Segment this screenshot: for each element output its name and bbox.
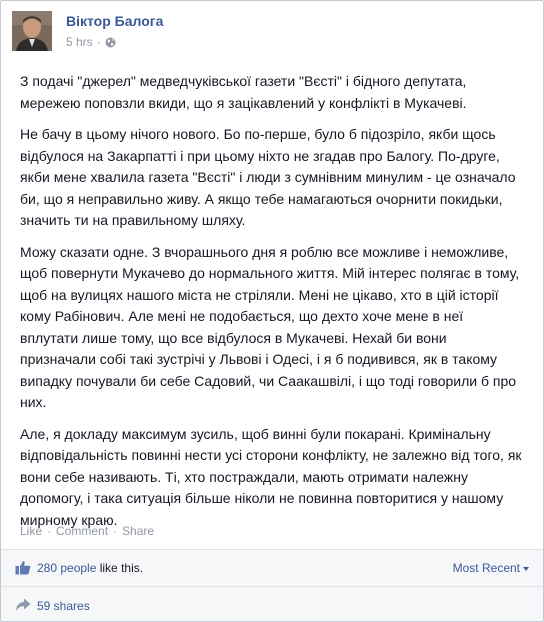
author-avatar[interactable] [12,11,52,51]
post-card: Віктор Балога 5 hrs · З подачі "джерел" … [0,0,544,622]
likes-summary: 280 people like this. [37,561,143,575]
post-paragraph: Можу сказати одне. З вчорашнього дня я р… [20,243,520,411]
likes-count-link[interactable]: 280 people [37,561,96,575]
author-name[interactable]: Віктор Балога [66,13,163,29]
post-paragraph: Не бачу в цьому нічого нового. Бо по-пер… [20,126,516,228]
post-meta: 5 hrs · [66,35,116,49]
shares-row: 59 shares [1,586,543,621]
post-timestamp[interactable]: 5 hrs [66,35,93,49]
globe-icon[interactable] [105,37,116,48]
meta-separator: · [96,35,101,49]
post-paragraph: Але, я докладу максимум зусиль, щоб винн… [20,425,522,528]
post-actions: Like · Comment · Share [20,524,154,538]
sort-label: Most Recent [452,561,520,575]
chevron-down-icon [523,566,529,571]
sort-dropdown[interactable]: Most Recent [453,561,529,575]
likes-row: 280 people like this. Most Recent [1,550,543,586]
post-paragraph: З подачі "джерел" медведчуківської газет… [20,73,467,111]
post-body: З подачі "джерел" медведчуківської газет… [20,71,525,541]
action-separator: · [47,524,52,538]
likes-suffix: like this. [96,561,144,575]
share-arrow-icon [15,598,31,612]
action-separator: · [113,524,118,538]
thumbs-up-icon [15,560,31,575]
feedback-panel: 280 people like this. Most Recent 59 sha… [1,549,543,621]
shares-count-link[interactable]: 59 shares [37,599,90,613]
like-link[interactable]: Like [20,524,42,538]
share-link[interactable]: Share [122,524,154,538]
comment-link[interactable]: Comment [56,524,108,538]
